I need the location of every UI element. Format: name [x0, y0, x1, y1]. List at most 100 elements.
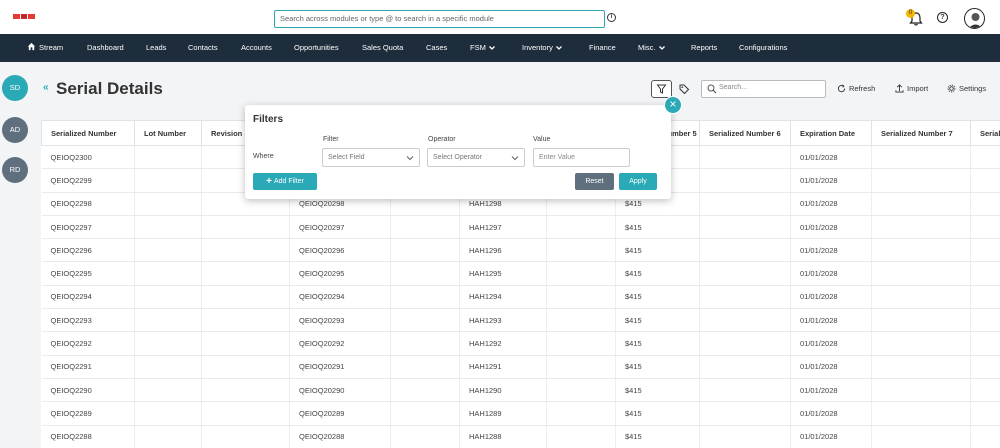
select-operator-dropdown[interactable]: Select Operator — [427, 148, 525, 167]
global-search-input[interactable]: Search across modules or type @ to searc… — [274, 10, 605, 28]
filter-button[interactable] — [651, 80, 672, 98]
table-cell — [970, 355, 1000, 379]
chevron-down-icon — [406, 156, 414, 161]
nav-stream-label: Stream — [39, 43, 64, 52]
nav-configurations[interactable]: Configurations — [739, 34, 787, 62]
column-header[interactable]: Serialized Number — [41, 120, 135, 146]
page-title: Serial Details — [56, 79, 163, 98]
nav-opportunities[interactable]: Opportunities — [294, 34, 339, 62]
table-cell: 01/01/2028 — [790, 378, 872, 403]
table-cell: $415 — [615, 215, 700, 240]
refresh-button[interactable]: Refresh — [837, 84, 875, 93]
table-cell: HAH1297 — [459, 215, 547, 240]
nav-finance[interactable]: Finance — [589, 34, 616, 62]
nav-sales-quota[interactable]: Sales Quota — [362, 34, 403, 62]
column-header[interactable]: Lot Number — [134, 120, 202, 146]
nav-stream[interactable]: Stream — [27, 34, 63, 62]
table-cell: 01/01/2028 — [790, 238, 872, 263]
column-header[interactable]: Serialized Number 6 — [699, 120, 791, 146]
table-cell — [390, 401, 460, 426]
table-cell — [970, 331, 1000, 356]
table-cell: QEIOQ2290 — [41, 378, 135, 403]
nav-leads[interactable]: Leads — [146, 34, 166, 62]
column-header[interactable]: Serialized Number 8 — [970, 120, 1000, 146]
table-cell: QEIOQ2300 — [41, 145, 135, 170]
table-cell — [134, 425, 202, 448]
table-row[interactable]: QEIOQ2288 QEIOQ20288 HAH1288 $415 01/01/2028 — [41, 425, 1000, 448]
nav-reports[interactable]: Reports — [691, 34, 717, 62]
info-icon[interactable]: i — [607, 13, 616, 22]
list-search-input[interactable]: Search... — [701, 80, 826, 98]
table-row[interactable]: QEIOQ2295 QEIOQ20295 HAH1295 $415 01/01/2028 — [41, 261, 1000, 286]
home-icon — [27, 42, 36, 51]
table-row[interactable]: QEIOQ2291 QEIOQ20291 HAH1291 $415 01/01/2028 — [41, 355, 1000, 379]
nav-misc[interactable]: Misc. — [638, 34, 666, 62]
column-header[interactable]: Serialized Number 7 — [871, 120, 971, 146]
table-cell — [699, 261, 791, 286]
user-photo-icon — [968, 13, 983, 28]
select-operator-placeholder: Select Operator — [433, 154, 483, 161]
nav-contacts[interactable]: Contacts — [188, 34, 218, 62]
table-row[interactable]: QEIOQ2293 QEIOQ20293 HAH1293 $415 01/01/2028 — [41, 308, 1000, 333]
side-avatar-rd[interactable]: RD — [2, 157, 28, 183]
apply-button[interactable]: Apply — [619, 173, 657, 190]
app-logo[interactable] — [13, 14, 36, 19]
table-cell: $415 — [615, 238, 700, 263]
table-cell: 01/01/2028 — [790, 285, 872, 310]
user-avatar[interactable] — [964, 8, 985, 29]
top-bar: Search across modules or type @ to searc… — [0, 0, 1000, 34]
table-cell: $415 — [615, 401, 700, 426]
search-icon — [707, 84, 717, 94]
table-cell — [134, 215, 202, 240]
table-cell: $415 — [615, 378, 700, 403]
notification-count-badge: 0 — [906, 9, 915, 18]
operator-column-label: Operator — [428, 136, 456, 143]
table-cell — [201, 285, 290, 310]
table-row[interactable]: QEIOQ2289 QEIOQ20289 HAH1289 $415 01/01/2028 — [41, 401, 1000, 426]
nav-cases[interactable]: Cases — [426, 34, 447, 62]
table-cell: $415 — [615, 308, 700, 333]
table-cell: HAH1293 — [459, 308, 547, 333]
nav-fsm-label: FSM — [470, 43, 486, 52]
help-icon[interactable]: ? — [937, 12, 948, 23]
import-icon — [895, 84, 904, 93]
table-cell — [699, 331, 791, 356]
list-search-placeholder: Search... — [719, 84, 748, 91]
collapse-back-icon[interactable]: « — [43, 82, 49, 93]
table-cell: QEIOQ20291 — [289, 355, 391, 379]
table-cell: QEIOQ20293 — [289, 308, 391, 333]
nav-accounts[interactable]: Accounts — [241, 34, 272, 62]
add-filter-button[interactable]: + Add Filter — [253, 173, 317, 190]
table-cell — [201, 401, 290, 426]
table-cell — [134, 168, 202, 193]
settings-button[interactable]: Settings — [947, 84, 986, 93]
table-cell — [546, 261, 616, 286]
nav-fsm[interactable]: FSM — [470, 34, 496, 62]
close-icon[interactable]: × — [664, 96, 682, 114]
nav-dashboard[interactable]: Dashboard — [87, 34, 124, 62]
side-avatar-ad[interactable]: AD — [2, 117, 28, 143]
table-row[interactable]: QEIOQ2290 QEIOQ20290 HAH1290 $415 01/01/2028 — [41, 378, 1000, 403]
notification-bell[interactable]: 0 — [906, 9, 923, 26]
table-row[interactable]: QEIOQ2292 QEIOQ20292 HAH1292 $415 01/01/2028 — [41, 331, 1000, 356]
table-cell — [390, 355, 460, 379]
table-cell: 01/01/2028 — [790, 355, 872, 379]
import-button[interactable]: Import — [895, 84, 928, 93]
nav-inventory[interactable]: Inventory — [522, 34, 563, 62]
side-avatar-sd[interactable]: SD — [2, 75, 28, 101]
table-cell — [871, 308, 971, 333]
table-cell — [699, 401, 791, 426]
table-cell — [390, 378, 460, 403]
select-field-dropdown[interactable]: Select Field — [322, 148, 420, 167]
filter-value-input[interactable]: Enter Value — [533, 148, 630, 167]
table-row[interactable]: QEIOQ2294 QEIOQ20294 HAH1294 $415 01/01/2028 — [41, 285, 1000, 310]
reset-button[interactable]: Reset — [575, 173, 614, 190]
table-cell: QEIOQ2292 — [41, 331, 135, 356]
table-cell — [546, 215, 616, 240]
column-header[interactable]: Expiration Date — [790, 120, 872, 146]
tag-icon[interactable] — [678, 83, 690, 95]
table-cell: QEIOQ2293 — [41, 308, 135, 333]
table-row[interactable]: QEIOQ2296 QEIOQ20296 HAH1296 $415 01/01/2028 — [41, 238, 1000, 263]
table-cell: QEIOQ20295 — [289, 261, 391, 286]
table-row[interactable]: QEIOQ2297 QEIOQ20297 HAH1297 $415 01/01/2028 — [41, 215, 1000, 240]
